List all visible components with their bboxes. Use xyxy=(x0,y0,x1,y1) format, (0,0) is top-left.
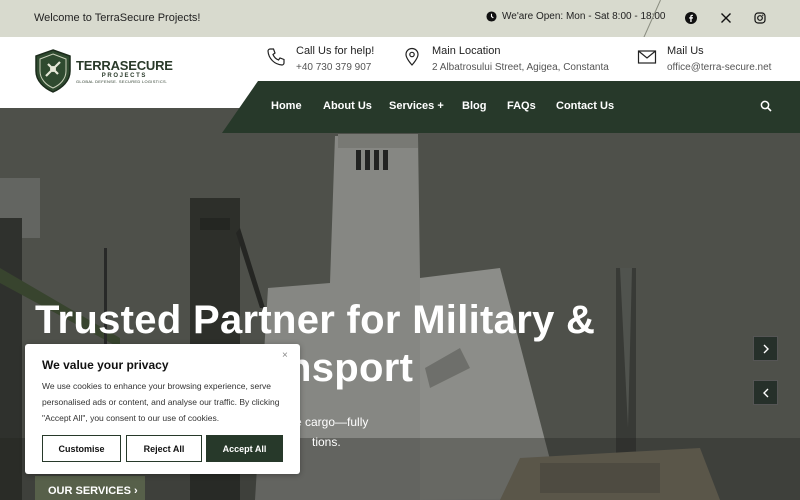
close-icon[interactable]: × xyxy=(282,350,288,361)
nav-about-us[interactable]: About Us xyxy=(323,100,372,112)
accept-all-button[interactable]: Accept All xyxy=(206,435,283,462)
nav-blog[interactable]: Blog xyxy=(462,100,486,112)
shield-logo-icon xyxy=(35,49,71,93)
contact-location-value: 2 Albatrosului Street, Agigea, Constanta xyxy=(432,62,609,73)
top-bar: Welcome to TerraSecure Projects! We'are … xyxy=(0,0,800,39)
nav-faqs[interactable]: FAQs xyxy=(507,100,536,112)
nav-home[interactable]: Home xyxy=(271,100,302,112)
main-nav: Home About Us Services + Blog FAQs Conta… xyxy=(222,81,800,133)
contact-location[interactable]: Main Location 2 Albatrosului Street, Agi… xyxy=(402,45,609,73)
chevron-left-icon xyxy=(762,388,768,397)
cookie-title: We value your privacy xyxy=(42,358,169,372)
contact-phone-value: +40 730 379 907 xyxy=(296,62,372,73)
hero-title-line1: Trusted Partner for Military & xyxy=(35,298,596,342)
our-services-button[interactable]: OUR SERVICES › xyxy=(35,476,145,500)
phone-icon xyxy=(267,48,285,66)
customise-button[interactable]: Customise xyxy=(42,435,121,462)
slider-next-button[interactable] xyxy=(753,336,778,361)
contact-mail-value: office@terra-secure.net xyxy=(667,62,772,73)
contact-mail[interactable]: Mail Us office@terra-secure.net xyxy=(637,45,771,73)
opening-hours-text: We'are Open: Mon - Sat 8:00 - 18:00 xyxy=(502,11,666,22)
contact-phone[interactable]: Call Us for help! +40 730 379 907 xyxy=(266,45,374,73)
chevron-right-icon xyxy=(763,344,769,353)
logo-name: TERRASECURE xyxy=(76,58,173,73)
mail-icon xyxy=(637,50,657,64)
facebook-icon[interactable] xyxy=(684,11,698,25)
location-pin-icon xyxy=(405,47,419,66)
contact-phone-label: Call Us for help! xyxy=(296,45,375,57)
welcome-text: Welcome to TerraSecure Projects! xyxy=(34,12,201,24)
opening-hours: We'are Open: Mon - Sat 8:00 - 18:00 xyxy=(486,11,665,22)
clock-icon xyxy=(486,11,497,22)
cookie-consent-dialog: We value your privacy × We use cookies t… xyxy=(25,344,300,474)
search-icon[interactable] xyxy=(760,100,772,112)
instagram-icon[interactable] xyxy=(753,11,767,25)
logo-tagline: GLOBAL DEFENSE. SECURED LOGISTICS. xyxy=(76,79,168,84)
contact-mail-label: Mail Us xyxy=(667,45,704,57)
x-icon[interactable] xyxy=(719,11,733,25)
site-logo[interactable]: TERRASECURE PROJECTS GLOBAL DEFENSE. SEC… xyxy=(34,49,173,93)
nav-contact-us[interactable]: Contact Us xyxy=(556,100,614,112)
slider-prev-button[interactable] xyxy=(753,380,778,405)
contact-location-label: Main Location xyxy=(432,45,501,57)
cookie-text: We use cookies to enhance your browsing … xyxy=(42,381,280,423)
reject-all-button[interactable]: Reject All xyxy=(126,435,202,462)
nav-services[interactable]: Services + xyxy=(389,100,444,112)
